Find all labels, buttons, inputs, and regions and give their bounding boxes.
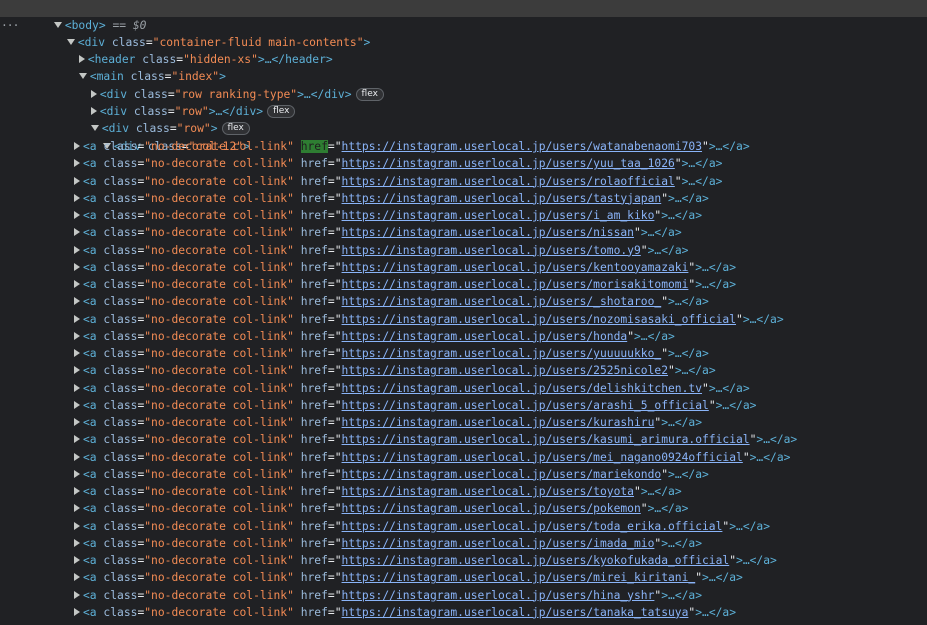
href-link[interactable]: https://instagram.userlocal.jp/users/pok… <box>342 502 641 515</box>
dom-node-anchor[interactable]: <a class="no-decorate col-link" href="ht… <box>0 552 927 569</box>
dom-node-anchor[interactable]: <a class="no-decorate col-link" href="ht… <box>0 259 927 276</box>
triangle-right-icon[interactable] <box>74 228 80 237</box>
triangle-right-icon[interactable] <box>74 435 80 444</box>
dom-node-anchor[interactable]: <a class="no-decorate col-link" href="ht… <box>0 155 927 172</box>
triangle-right-icon[interactable] <box>74 142 80 150</box>
triangle-right-icon[interactable] <box>74 487 80 495</box>
href-link[interactable]: https://instagram.userlocal.jp/users/wat… <box>342 140 702 153</box>
href-link[interactable]: https://instagram.userlocal.jp/users/kyo… <box>342 554 730 567</box>
dom-node-anchor[interactable]: <a class="no-decorate col-link" href="ht… <box>0 414 927 431</box>
href-link[interactable]: https://instagram.userlocal.jp/users/mar… <box>342 468 662 481</box>
dom-node-anchor[interactable]: <a class="no-decorate col-link" href="ht… <box>0 276 927 293</box>
dom-node-row[interactable]: <div class="row">…</div> flex <box>0 86 927 118</box>
triangle-right-icon[interactable] <box>74 504 80 513</box>
dom-node-anchor[interactable]: <a class="no-decorate col-link" href="ht… <box>0 483 927 500</box>
href-link[interactable]: https://instagram.userlocal.jp/users/hin… <box>342 589 655 602</box>
dom-node-col-12[interactable]: <div class="col-12"> <box>0 121 927 153</box>
dom-node-anchor[interactable]: <a class="no-decorate col-link" href="ht… <box>0 242 927 259</box>
href-link[interactable]: https://instagram.userlocal.jp/users/toy… <box>342 485 634 498</box>
triangle-right-icon[interactable] <box>74 176 80 185</box>
href-link[interactable]: https://instagram.userlocal.jp/users/tod… <box>342 520 723 533</box>
triangle-right-icon[interactable] <box>74 280 80 288</box>
href-link[interactable]: https://instagram.userlocal.jp/users/mir… <box>342 571 696 584</box>
dom-node-anchor[interactable]: <a class="no-decorate col-link" href="ht… <box>0 173 927 190</box>
href-link[interactable]: https://instagram.userlocal.jp/users/252… <box>342 364 668 377</box>
href-link[interactable]: https://instagram.userlocal.jp/users/rol… <box>342 175 675 188</box>
triangle-right-icon[interactable] <box>74 538 80 547</box>
dom-node-row-ranking[interactable]: <div class="row ranking-type">…</div> fle… <box>0 69 927 101</box>
dom-node-anchor[interactable]: <a class="no-decorate col-link" href="ht… <box>0 138 927 155</box>
dom-node-main[interactable]: <main class="index"> <box>0 51 927 83</box>
dom-node-anchor[interactable]: <a class="no-decorate col-link" href="ht… <box>0 328 927 345</box>
dom-node-anchor[interactable]: <a class="no-decorate col-link" href="ht… <box>0 431 927 448</box>
dom-node-anchor[interactable]: <a class="no-decorate col-link" href="ht… <box>0 466 927 483</box>
triangle-right-icon[interactable] <box>74 211 80 219</box>
dom-node-anchor[interactable]: <a class="no-decorate col-link" href="ht… <box>0 207 927 224</box>
href-link[interactable]: https://instagram.userlocal.jp/users/mei… <box>342 451 743 464</box>
triangle-right-icon[interactable] <box>74 314 80 323</box>
href-link[interactable]: https://instagram.userlocal.jp/users/noz… <box>342 313 736 326</box>
dom-node-anchor[interactable]: <a class="no-decorate col-link" href="ht… <box>0 587 927 604</box>
dom-node-row-expanded[interactable]: <div class="row"> flex <box>0 103 927 135</box>
dom-node-anchor[interactable]: <a class="no-decorate col-link" href="ht… <box>0 311 927 328</box>
dom-node-body[interactable]: ··· <body> == $0 <box>0 0 927 32</box>
triangle-right-icon[interactable] <box>74 590 80 599</box>
dom-node-anchor[interactable]: <a class="no-decorate col-link" href="ht… <box>0 190 927 207</box>
triangle-right-icon[interactable] <box>74 556 80 564</box>
dom-node-anchor[interactable]: <a class="no-decorate col-link" href="ht… <box>0 293 927 310</box>
triangle-right-icon[interactable] <box>74 400 80 409</box>
triangle-right-icon[interactable] <box>74 366 80 375</box>
href-link[interactable]: https://instagram.userlocal.jp/users/hon… <box>342 330 628 343</box>
href-link[interactable]: https://instagram.userlocal.jp/users/ima… <box>342 537 655 550</box>
dom-node-anchor[interactable]: <a class="no-decorate col-link" href="ht… <box>0 569 927 586</box>
triangle-right-icon[interactable] <box>74 349 80 357</box>
triangle-right-icon[interactable] <box>74 262 80 271</box>
triangle-right-icon[interactable] <box>74 607 80 616</box>
triangle-right-icon[interactable] <box>74 573 80 582</box>
href-link[interactable]: https://instagram.userlocal.jp/users/ken… <box>342 261 689 274</box>
dom-node-anchor[interactable]: <a class="no-decorate col-link" href="ht… <box>0 397 927 414</box>
href-link[interactable]: https://instagram.userlocal.jp/users/tas… <box>342 192 662 205</box>
triangle-right-icon[interactable] <box>74 383 80 392</box>
triangle-right-icon[interactable] <box>74 245 80 254</box>
triangle-right-icon[interactable] <box>74 297 80 306</box>
dom-node-anchor[interactable]: <a class="no-decorate col-link" href="ht… <box>0 604 927 621</box>
dom-node-anchor[interactable]: <a class="no-decorate col-link" href="ht… <box>0 518 927 535</box>
href-link[interactable]: https://instagram.userlocal.jp/users/yuu… <box>342 157 675 170</box>
href-link[interactable]: https://instagram.userlocal.jp/users/_sh… <box>342 295 662 308</box>
href-link[interactable]: https://instagram.userlocal.jp/users/tom… <box>342 244 641 257</box>
href-link[interactable]: https://instagram.userlocal.jp/users/mor… <box>342 278 689 291</box>
triangle-right-icon[interactable] <box>74 452 80 461</box>
dom-node-anchor[interactable]: <a class="no-decorate col-link" href="ht… <box>0 500 927 517</box>
dom-node-header[interactable]: <header class="hidden-xs">…</header> <box>0 34 927 66</box>
dom-node-anchor[interactable]: <a class="no-decorate col-link" href="ht… <box>0 362 927 379</box>
dom-node-anchor[interactable]: <a class="no-decorate col-link" href="ht… <box>0 224 927 241</box>
dom-node-anchor[interactable]: <a class="no-decorate col-link" href="ht… <box>0 380 927 397</box>
dom-node-container[interactable]: <div class="container-fluid main-content… <box>0 17 927 49</box>
href-link[interactable]: https://instagram.userlocal.jp/users/kas… <box>342 433 750 446</box>
href-link[interactable]: https://instagram.userlocal.jp/users/kur… <box>342 416 655 429</box>
href-link[interactable]: https://instagram.userlocal.jp/users/i_a… <box>342 209 655 222</box>
href-link[interactable]: https://instagram.userlocal.jp/users/nis… <box>342 226 634 239</box>
href-link[interactable]: https://instagram.userlocal.jp/users/tan… <box>342 606 689 619</box>
dom-node-anchor[interactable]: <a class="no-decorate col-link" href="ht… <box>0 535 927 552</box>
href-link[interactable]: https://instagram.userlocal.jp/users/yuu… <box>342 347 662 360</box>
elements-panel: ··· <body> == $0 <div class="container-f… <box>0 0 927 625</box>
triangle-right-icon[interactable] <box>74 418 80 426</box>
href-link[interactable]: https://instagram.userlocal.jp/users/ara… <box>342 399 709 412</box>
dom-node-anchor[interactable]: <a class="no-decorate col-link" href="ht… <box>0 449 927 466</box>
triangle-right-icon[interactable] <box>74 521 80 530</box>
triangle-right-icon[interactable] <box>74 193 80 202</box>
href-link[interactable]: https://instagram.userlocal.jp/users/del… <box>342 382 702 395</box>
dom-node-anchor[interactable]: <a class="no-decorate col-link" href="ht… <box>0 345 927 362</box>
triangle-right-icon[interactable] <box>74 159 80 168</box>
triangle-right-icon[interactable] <box>74 331 80 340</box>
triangle-right-icon[interactable] <box>74 469 80 478</box>
